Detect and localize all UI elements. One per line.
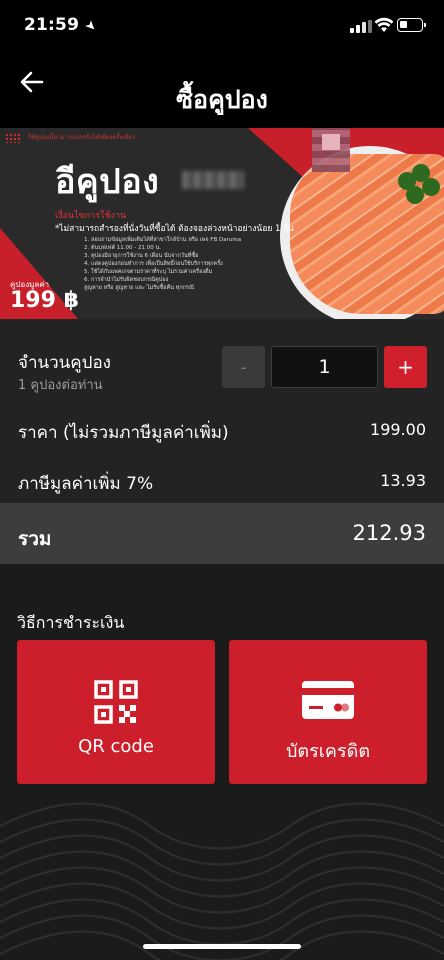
header: ซื้อคูปอง xyxy=(0,52,444,128)
condition-item: 4. แสดงคูปองก่อนทำการ เพื่อเป็นสิทธิ์ก่อ… xyxy=(84,261,223,267)
qr-code-icon xyxy=(94,680,138,724)
banner-conditions: 1. สอบถามข้อมูลเพิ่มเติมได้ที่สาขาใกล้บ้… xyxy=(84,236,241,292)
cellular-signal-icon xyxy=(350,20,372,33)
credit-card-payment-button[interactable]: บัตรเครดิต xyxy=(229,640,427,784)
wave-pattern-background xyxy=(0,802,444,960)
subtotal-value: 199.00 xyxy=(370,420,426,439)
condition-item: 3. คูปองมีอายุการใช้งาน 6 เดือน นับจากวั… xyxy=(84,253,199,259)
vat-label: ภาษีมูลค่าเพิ่ม 7% xyxy=(18,474,154,494)
quantity-sublabel: 1 คูปองต่อท่าน xyxy=(18,378,103,393)
blurred-text xyxy=(182,171,244,189)
status-bar: 21:59 ➤ xyxy=(0,0,444,52)
condition-item: 5. ใช้ได้กับแพคเกจตามราคาที่ระบุ ไม่รวมค… xyxy=(84,269,213,275)
total-value: 212.93 xyxy=(352,521,426,545)
condition-item: 2. ต้นบุฟเฟต์ 11.00 - 21.00 น. xyxy=(84,245,162,251)
page-title: ซื้อคูปอง xyxy=(176,85,268,114)
credit-card-label: บัตรเครดิต xyxy=(285,741,371,762)
condition-item: 1. สอบถามข้อมูลเพิ่มเติมได้ที่สาขาใกล้บ้… xyxy=(84,237,242,243)
increment-button[interactable]: + xyxy=(384,346,427,388)
quantity-input[interactable] xyxy=(271,346,378,388)
condition-item: 6. การจำนำไม่รับผิดชอบกรณีคูปอง xyxy=(84,277,169,283)
condition-item: สูญหาย หรือ สูญหาย และ ไม่รับซื้อคืน ทุก… xyxy=(84,285,195,291)
pixelated-logo xyxy=(312,128,350,172)
subtotal-label: ราคา (ไม่รวมภาษีมูลค่าเพิ่ม) xyxy=(18,423,229,443)
banner-note: *ไม่สามารถสำรองที่นั่งวันที่ซื้อได้ ต้อง… xyxy=(55,224,294,234)
vat-value: 13.93 xyxy=(380,471,426,490)
banner-heading: อีคูปอง xyxy=(55,162,160,202)
payment-method-title: วิธีการชำระเงิน xyxy=(17,613,125,632)
coupon-banner: ใช้คูปองนี้สามารถแลกรับได้เพียงครั้งเดีย… xyxy=(0,128,444,319)
status-time: 21:59 ➤ xyxy=(24,15,100,36)
banner-small-text: ใช้คูปองนี้สามารถแลกรับได้เพียงครั้งเดีย… xyxy=(28,134,136,141)
battery-icon xyxy=(397,18,426,32)
credit-card-icon xyxy=(302,681,354,719)
quantity-label: จำนวนคูปอง xyxy=(18,353,111,373)
wifi-icon xyxy=(374,17,394,32)
total-label: รวม xyxy=(18,528,52,550)
qr-code-label: QR code xyxy=(78,736,154,757)
location-arrow-icon: ➤ xyxy=(81,17,100,36)
banner-subheading: เงื่อนไขการใช้งาน xyxy=(55,211,127,221)
qr-code-payment-button[interactable]: QR code xyxy=(17,640,215,784)
banner-price: 199 ฿ xyxy=(10,288,79,313)
decrement-button[interactable]: - xyxy=(222,346,265,388)
home-indicator[interactable] xyxy=(143,944,301,949)
dots-pattern xyxy=(5,133,21,143)
